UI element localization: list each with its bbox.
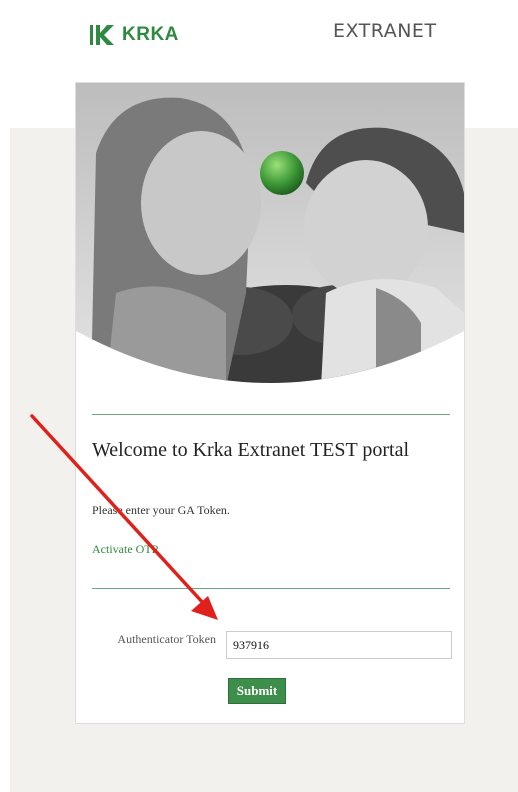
login-card: Welcome to Krka Extranet TEST portal Ple… xyxy=(75,82,465,724)
krka-logo-icon xyxy=(90,25,114,45)
page-section-title: EXTRANET xyxy=(333,20,437,42)
activate-otp-link[interactable]: Activate OTP xyxy=(92,542,158,557)
bottom-divider xyxy=(92,588,450,589)
logo-text: KRKA xyxy=(122,24,179,45)
page-title: Welcome to Krka Extranet TEST portal xyxy=(92,439,410,461)
hero-photo xyxy=(76,83,464,383)
krka-logo[interactable]: KRKA xyxy=(90,20,179,50)
instruction-text: Please enter your GA Token. xyxy=(92,503,230,517)
authenticator-token-label: Authenticator Token xyxy=(117,632,216,646)
submit-button[interactable]: Submit xyxy=(228,678,286,704)
authenticator-token-input[interactable] xyxy=(226,631,452,659)
top-divider xyxy=(92,414,450,415)
